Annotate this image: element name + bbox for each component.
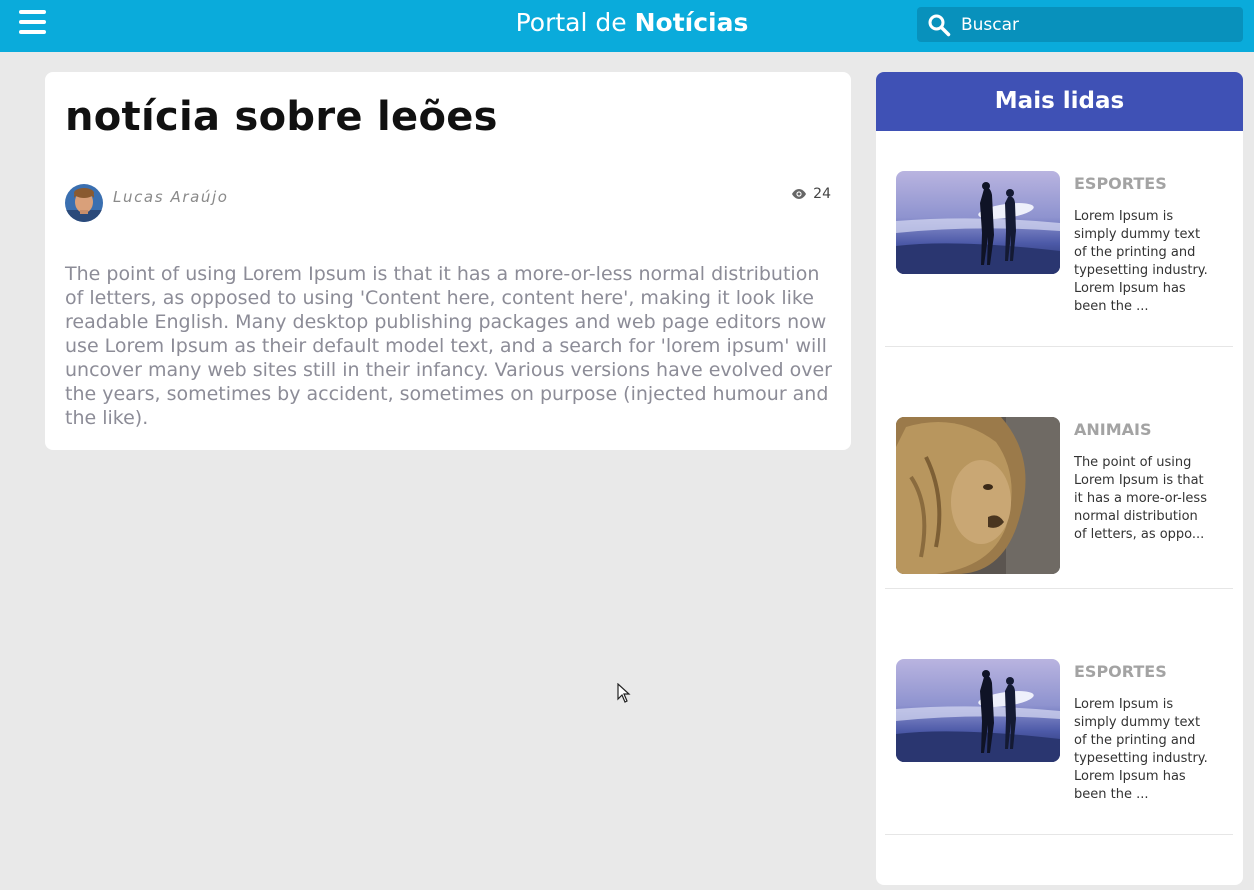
news-excerpt[interactable]: The point of using Lorem Ipsum is that i… (1074, 454, 1214, 544)
most-read-item[interactable]: ESPORTES Lorem Ipsum is simply dummy tex… (885, 589, 1233, 835)
news-category[interactable]: ESPORTES (1074, 174, 1167, 193)
search-icon[interactable] (927, 13, 951, 37)
eye-icon (792, 189, 807, 199)
news-excerpt[interactable]: Lorem Ipsum is simply dummy text of the … (1074, 208, 1214, 316)
brand-bold: Notícias (634, 8, 749, 37)
article-title: notícia sobre leões (65, 94, 498, 140)
author-name[interactable]: Lucas Araújo (113, 188, 229, 206)
view-count-value: 24 (813, 186, 831, 202)
most-read-item[interactable]: ANIMAIS The point of using Lorem Ipsum i… (885, 347, 1233, 589)
surfers-beach-image[interactable] (896, 659, 1060, 762)
avatar[interactable] (65, 184, 103, 222)
surfers-beach-image[interactable] (896, 171, 1060, 274)
view-count: 24 (791, 186, 831, 202)
news-category[interactable]: ESPORTES (1074, 662, 1167, 681)
most-read-item[interactable]: ESPORTES Lorem Ipsum is simply dummy tex… (885, 131, 1233, 347)
brand-prefix: Portal de (515, 8, 635, 37)
top-bar: Portal de Notícias (0, 0, 1254, 52)
lion-image[interactable] (896, 417, 1060, 574)
mouse-cursor-icon (617, 683, 631, 703)
article-card: notícia sobre leões Lucas Araújo 24 The … (45, 72, 851, 450)
article-body: The point of using Lorem Ipsum is that i… (65, 263, 832, 429)
search-box (917, 7, 1243, 42)
search-input[interactable] (961, 7, 1237, 42)
news-category[interactable]: ANIMAIS (1074, 420, 1152, 439)
most-read-sidebar: Mais lidas ESPORTES Lorem Ipsum is simpl… (876, 72, 1243, 885)
news-excerpt[interactable]: Lorem Ipsum is simply dummy text of the … (1074, 696, 1214, 804)
sidebar-title: Mais lidas (876, 72, 1243, 131)
